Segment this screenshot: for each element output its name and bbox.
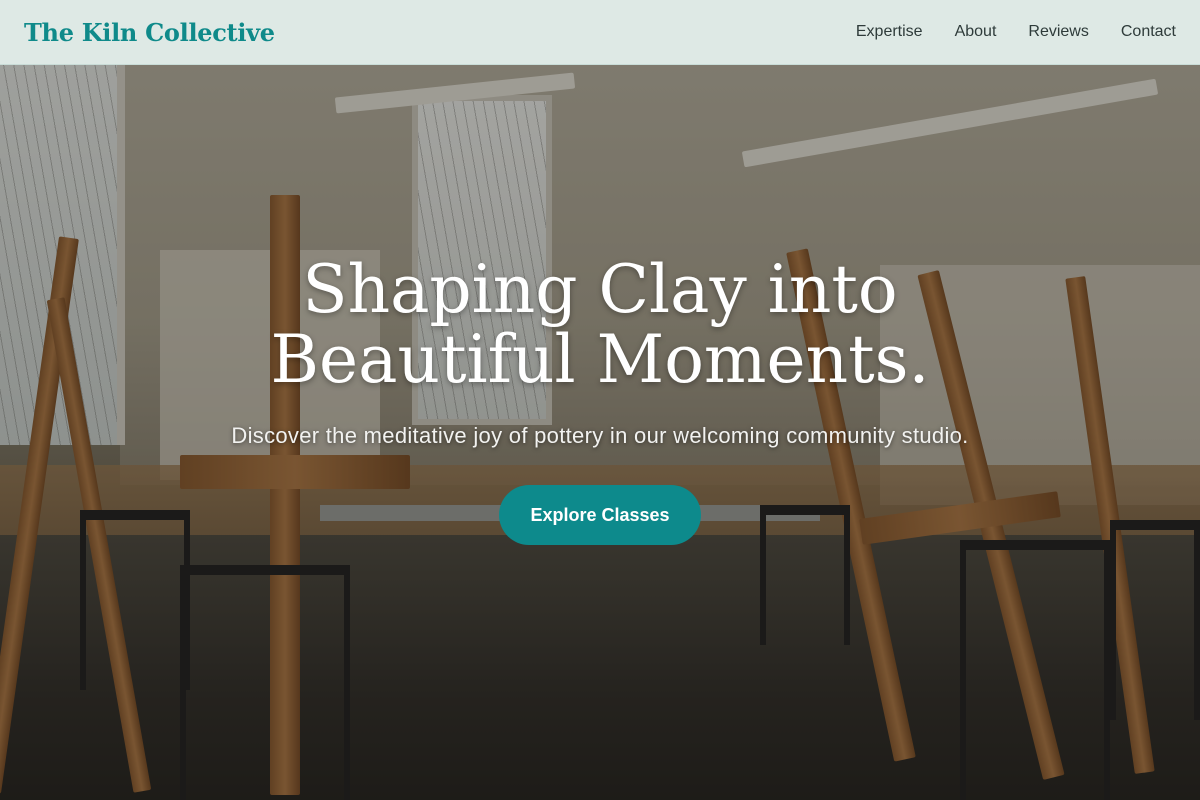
explore-classes-button[interactable]: Explore Classes [499, 485, 701, 545]
nav-link-about[interactable]: About [955, 23, 997, 41]
nav-link-expertise[interactable]: Expertise [856, 23, 923, 41]
hero-subtitle: Discover the meditative joy of pottery i… [231, 423, 969, 448]
nav-link-contact[interactable]: Contact [1121, 23, 1176, 41]
nav-link-reviews[interactable]: Reviews [1028, 23, 1088, 41]
hero-content: Shaping Clay into Beautiful Moments. Dis… [0, 255, 1200, 545]
main-nav: Expertise About Reviews Contact [856, 23, 1176, 41]
hero-section: Shaping Clay into Beautiful Moments. Dis… [0, 65, 1200, 800]
site-header: The Kiln Collective Expertise About Revi… [0, 0, 1200, 65]
hero-title: Shaping Clay into Beautiful Moments. [0, 255, 1200, 395]
hero-title-line-2: Beautiful Moments. [270, 321, 930, 398]
site-logo[interactable]: The Kiln Collective [24, 18, 275, 47]
hero-title-line-1: Shaping Clay into [302, 251, 898, 328]
